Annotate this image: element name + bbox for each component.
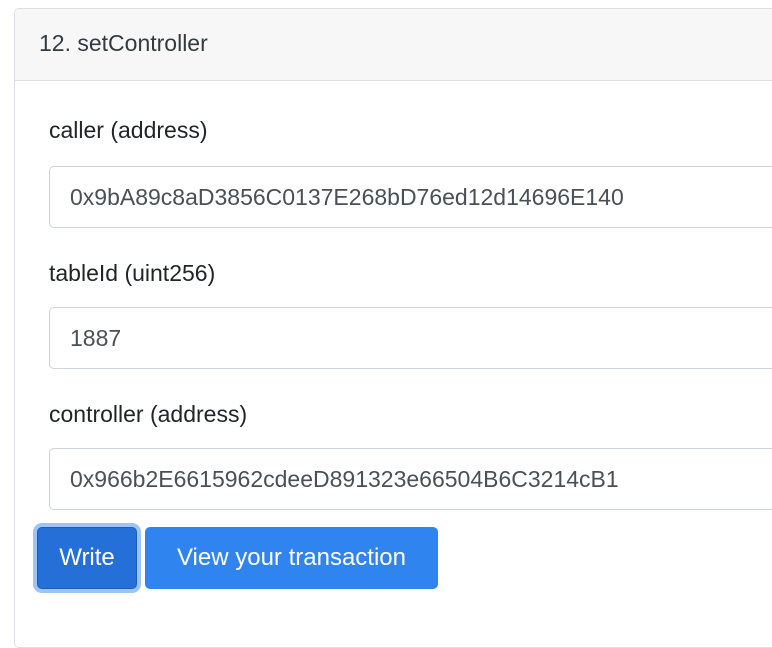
card-header[interactable]: 12. setController — [15, 9, 772, 81]
function-title: 12. setController — [39, 30, 208, 56]
view-transaction-button[interactable]: View your transaction — [145, 527, 438, 589]
caller-address-input[interactable] — [49, 166, 772, 228]
tableid-input[interactable] — [49, 307, 772, 369]
write-button[interactable]: Write — [37, 527, 137, 589]
controller-label: controller (address) — [49, 401, 248, 427]
controller-address-input[interactable] — [49, 448, 772, 510]
tableid-label: tableId (uint256) — [49, 260, 216, 286]
caller-label: caller (address) — [49, 117, 208, 143]
